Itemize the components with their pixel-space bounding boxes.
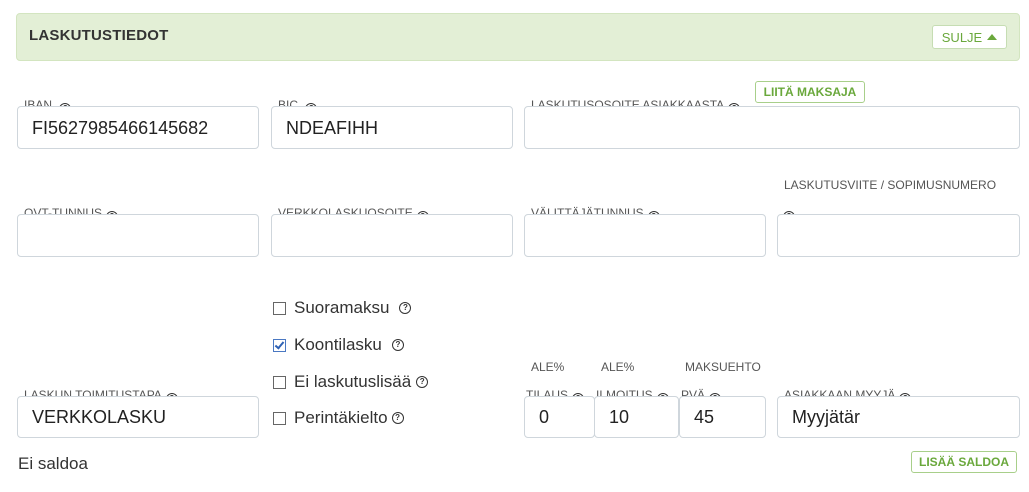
payment-term-field[interactable]: 45 [679,396,766,438]
billing-reference-field[interactable] [777,214,1020,257]
caret-up-icon [987,34,998,40]
checkbox-box[interactable] [273,375,286,389]
checkbox-label: Suoramaksu [294,298,390,317]
section-header: LASKUTUSTIEDOT SULJE [16,13,1020,61]
help-icon[interactable]: ? [416,376,429,388]
bic-field[interactable]: NDEAFIHH [271,106,513,149]
close-button[interactable]: SULJE [932,25,1007,49]
help-icon[interactable]: ? [399,302,412,314]
checkbox-label: Ei laskutuslisää [294,372,412,391]
payment-term-top-label: MAKSUEHTO [685,360,761,374]
checkbox-box[interactable] [273,411,286,425]
operator-id-field[interactable] [524,214,766,257]
delivery-method-field[interactable]: VERKKOLASKU [17,396,259,438]
checkbox-label: Koontilasku [294,335,382,354]
iban-field[interactable]: FI5627985466145682 [17,106,259,149]
billing-address-field[interactable] [524,106,1020,149]
checkbox-box[interactable] [273,301,286,315]
help-icon[interactable]: ? [391,412,404,424]
billing-reference-label: LASKUTUSVIITE / SOPIMUSNUMERO [784,178,997,192]
balance-text: Ei saldoa [18,454,88,473]
discount-notice-top-label: ALE% [601,360,635,374]
einvoice-address-field[interactable] [271,214,513,257]
seller-field[interactable]: Myyjätär [777,396,1020,438]
help-icon[interactable]: ? [391,339,404,351]
discount-order-field[interactable]: 0 [524,396,595,438]
ovt-field[interactable] [17,214,259,257]
close-button-label: SULJE [941,29,983,45]
checkbox-direct-payment[interactable]: Suoramaksu ? [273,298,412,318]
discount-order-top-label: ALE% [531,360,565,374]
checkbox-no-billing-fee[interactable]: Ei laskutuslisää ? [273,372,429,392]
discount-notice-field[interactable]: 10 [594,396,679,438]
checkbox-collection-ban[interactable]: Perintäkielto ? [273,408,404,428]
checkbox-collective-invoice[interactable]: Koontilasku ? [273,335,404,355]
section-title: LASKUTUSTIEDOT [29,27,169,44]
attach-payer-button[interactable]: LIITÄ MAKSAJA [755,81,865,103]
add-balance-button[interactable]: LISÄÄ SALDOA [911,451,1017,473]
checkbox-box-checked[interactable] [273,338,286,352]
checkbox-label: Perintäkielto [294,408,388,427]
